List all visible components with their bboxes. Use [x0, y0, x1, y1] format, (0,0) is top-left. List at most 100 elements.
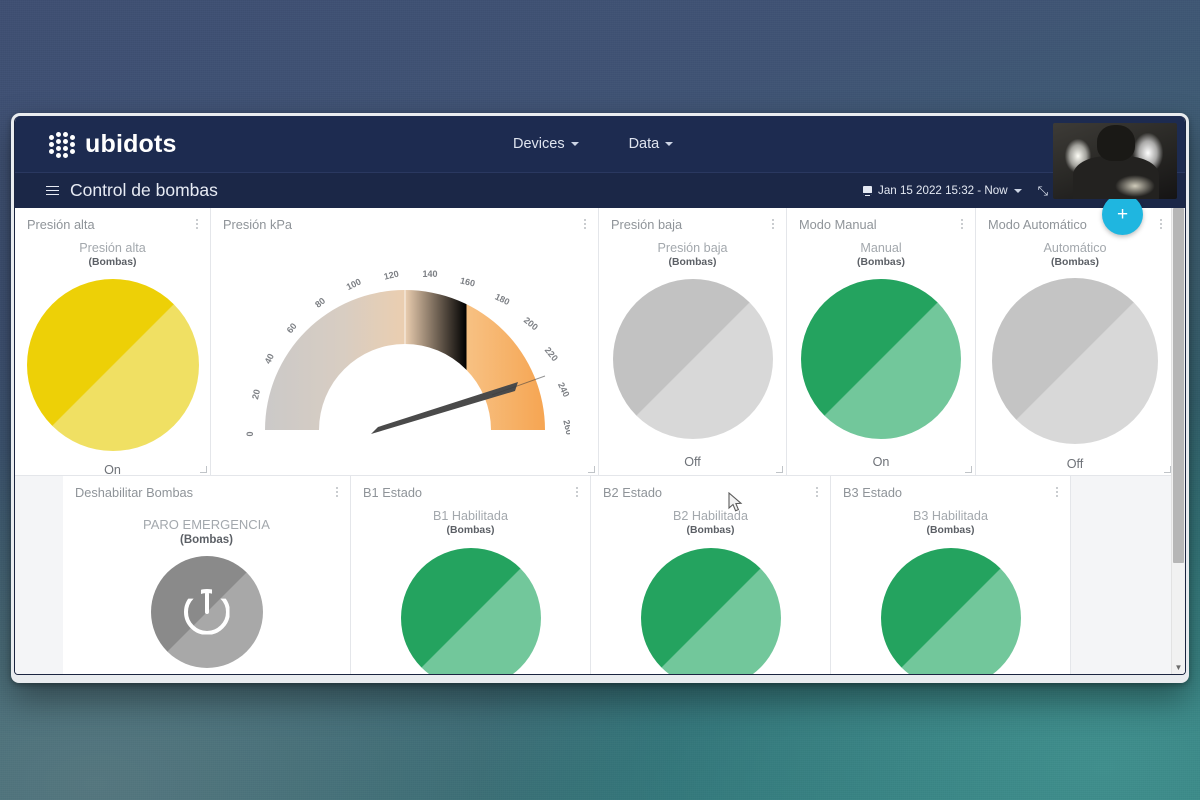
widget-title: Presión baja [611, 216, 683, 232]
date-range-label: Jan 15 2022 15:32 - Now [878, 184, 1008, 197]
nav-item-data[interactable]: Data [629, 136, 674, 152]
widget-deshabilitar-bombas[interactable]: Deshabilitar Bombas PARO EMERGENCIA (Bom… [63, 476, 351, 674]
kebab-menu-icon[interactable] [770, 217, 776, 231]
widget-presion-baja[interactable]: Presión baja Presión baja (Bombas) Off [599, 208, 787, 476]
widget-header: B3 Estado [831, 476, 1070, 508]
widget-title: Modo Manual [799, 216, 877, 232]
widget-device-label: (Bombas) [668, 257, 717, 268]
widget-title: B2 Estado [603, 484, 663, 500]
svg-text:260: 260 [561, 419, 570, 436]
widget-title: Presión kPa [223, 216, 292, 232]
svg-text:60: 60 [284, 321, 298, 335]
calendar-icon [863, 186, 873, 195]
widget-header: B1 Estado [351, 476, 590, 508]
nav-item-devices-label: Devices [513, 136, 565, 152]
chevron-down-icon [570, 142, 579, 146]
svg-text:120: 120 [382, 269, 399, 282]
widget-variable-label: Presión alta [79, 241, 146, 255]
status-indicator-disc[interactable] [400, 548, 541, 674]
widget-body: B1 Habilitada (Bombas) [351, 508, 590, 674]
kebab-menu-icon[interactable] [959, 217, 965, 231]
widget-header: B2 Estado [591, 476, 830, 508]
kebab-menu-icon[interactable] [1054, 485, 1060, 499]
top-navbar: ubidots Devices Data [15, 116, 1185, 172]
kebab-menu-icon[interactable] [814, 485, 820, 499]
widget-modo-manual[interactable]: Modo Manual Manual (Bombas) On [787, 208, 976, 476]
widget-device-label: (Bombas) [926, 525, 975, 536]
gauge-svg: 0 20 40 60 80 100 120 140 160 180 200 22… [245, 269, 570, 437]
svg-text:0: 0 [245, 431, 255, 436]
nav-item-devices[interactable]: Devices [513, 136, 579, 152]
resize-handle-icon[interactable] [1164, 466, 1171, 473]
status-indicator-disc[interactable] [992, 278, 1158, 444]
widget-variable-label: B3 Habilitada [913, 509, 988, 523]
widget-b1-estado[interactable]: B1 Estado B1 Habilitada (Bombas) [351, 476, 591, 674]
resize-handle-icon[interactable] [200, 466, 207, 473]
widget-variable-label: PARO EMERGENCIA [143, 517, 270, 532]
kebab-menu-icon[interactable] [194, 217, 200, 231]
nav-item-data-label: Data [628, 136, 660, 152]
widget-device-label: (Bombas) [857, 257, 905, 268]
widget-header: Modo Automático [976, 208, 1174, 240]
widget-device-label: (Bombas) [1051, 257, 1099, 268]
kebab-menu-icon[interactable] [574, 485, 580, 499]
widget-variable-label: B2 Habilitada [673, 509, 748, 523]
kebab-menu-icon[interactable] [582, 217, 588, 231]
status-indicator-disc[interactable] [640, 548, 781, 674]
widget-presion-alta[interactable]: Presión alta Presión alta (Bombas) On [15, 208, 211, 477]
widget-body: PARO EMERGENCIA (Bombas) [63, 516, 350, 668]
widget-header: Presión baja [599, 208, 786, 240]
status-indicator-disc[interactable] [801, 279, 961, 439]
widget-body: Automático (Bombas) Off [976, 240, 1174, 471]
page-title: Control de bombas [70, 180, 218, 200]
widget-variable-label: B1 Habilitada [433, 509, 508, 523]
vertical-scrollbar[interactable]: ▼ [1171, 208, 1185, 674]
brand-name: ubidots [85, 129, 177, 158]
date-range-selector[interactable]: Jan 15 2022 15:32 - Now [863, 184, 1022, 197]
svg-text:80: 80 [313, 296, 327, 310]
widget-device-label: (Bombas) [686, 525, 735, 536]
status-indicator-disc[interactable] [612, 279, 773, 439]
kebab-menu-icon[interactable] [334, 485, 340, 499]
widget-b2-estado[interactable]: B2 Estado B2 Habilitada (Bombas) [591, 476, 831, 674]
status-indicator-disc[interactable] [880, 548, 1021, 674]
widget-variable-label: Automático [1043, 241, 1107, 255]
add-widget-button[interactable]: + [1102, 194, 1143, 235]
widget-modo-automatico[interactable]: Modo Automático Automático (Bombas) Off [976, 208, 1175, 476]
kebab-menu-icon[interactable] [1158, 217, 1164, 231]
svg-text:240: 240 [555, 381, 569, 399]
svg-text:200: 200 [521, 315, 539, 332]
svg-text:40: 40 [262, 352, 275, 365]
chevron-down-icon [665, 142, 674, 146]
widget-b3-estado[interactable]: B3 Estado B3 Habilitada (Bombas) [831, 476, 1071, 674]
emergency-stop-button[interactable] [150, 555, 263, 668]
widget-title: Modo Automático [988, 216, 1087, 232]
widget-presion-kpa[interactable]: Presión kPa 0 20 40 60 80 100 120 140 16… [211, 208, 599, 476]
resize-handle-icon[interactable] [776, 466, 783, 473]
svg-text:140: 140 [422, 269, 437, 279]
widget-canvas: Presión alta Presión alta (Bombas) On Pr… [15, 208, 1185, 674]
widget-device-label: (Bombas) [446, 525, 495, 536]
expand-arrows-icon[interactable]: ⤡ [1038, 183, 1048, 199]
webcam-light-bottom [1115, 175, 1155, 197]
brand-logo[interactable]: ubidots [15, 130, 177, 159]
resize-handle-icon[interactable] [588, 466, 595, 473]
power-icon-stem [204, 591, 209, 614]
widget-title: Deshabilitar Bombas [75, 484, 194, 500]
widget-row-2: Deshabilitar Bombas PARO EMERGENCIA (Bom… [63, 476, 1185, 674]
status-badge: On [872, 455, 890, 469]
widget-title: B1 Estado [363, 484, 423, 500]
status-indicator-disc[interactable] [26, 279, 199, 451]
hamburger-icon[interactable] [46, 185, 59, 196]
widget-device-label: (Bombas) [88, 257, 137, 268]
widget-header: Presión kPa [211, 208, 598, 240]
plus-icon: + [1116, 203, 1129, 225]
resize-handle-icon[interactable] [965, 466, 972, 473]
scrollbar-thumb[interactable] [1173, 208, 1184, 563]
webcam-overlay [1053, 123, 1177, 199]
status-badge: On [104, 463, 121, 477]
browser-viewport: ubidots Devices Data Control de bombas J… [14, 116, 1186, 675]
dashboard-header: Control de bombas Jan 15 2022 15:32 - No… [15, 172, 1185, 208]
widget-row-1: Presión alta Presión alta (Bombas) On Pr… [15, 208, 1185, 477]
scroll-down-arrow-icon[interactable]: ▼ [1172, 664, 1185, 672]
